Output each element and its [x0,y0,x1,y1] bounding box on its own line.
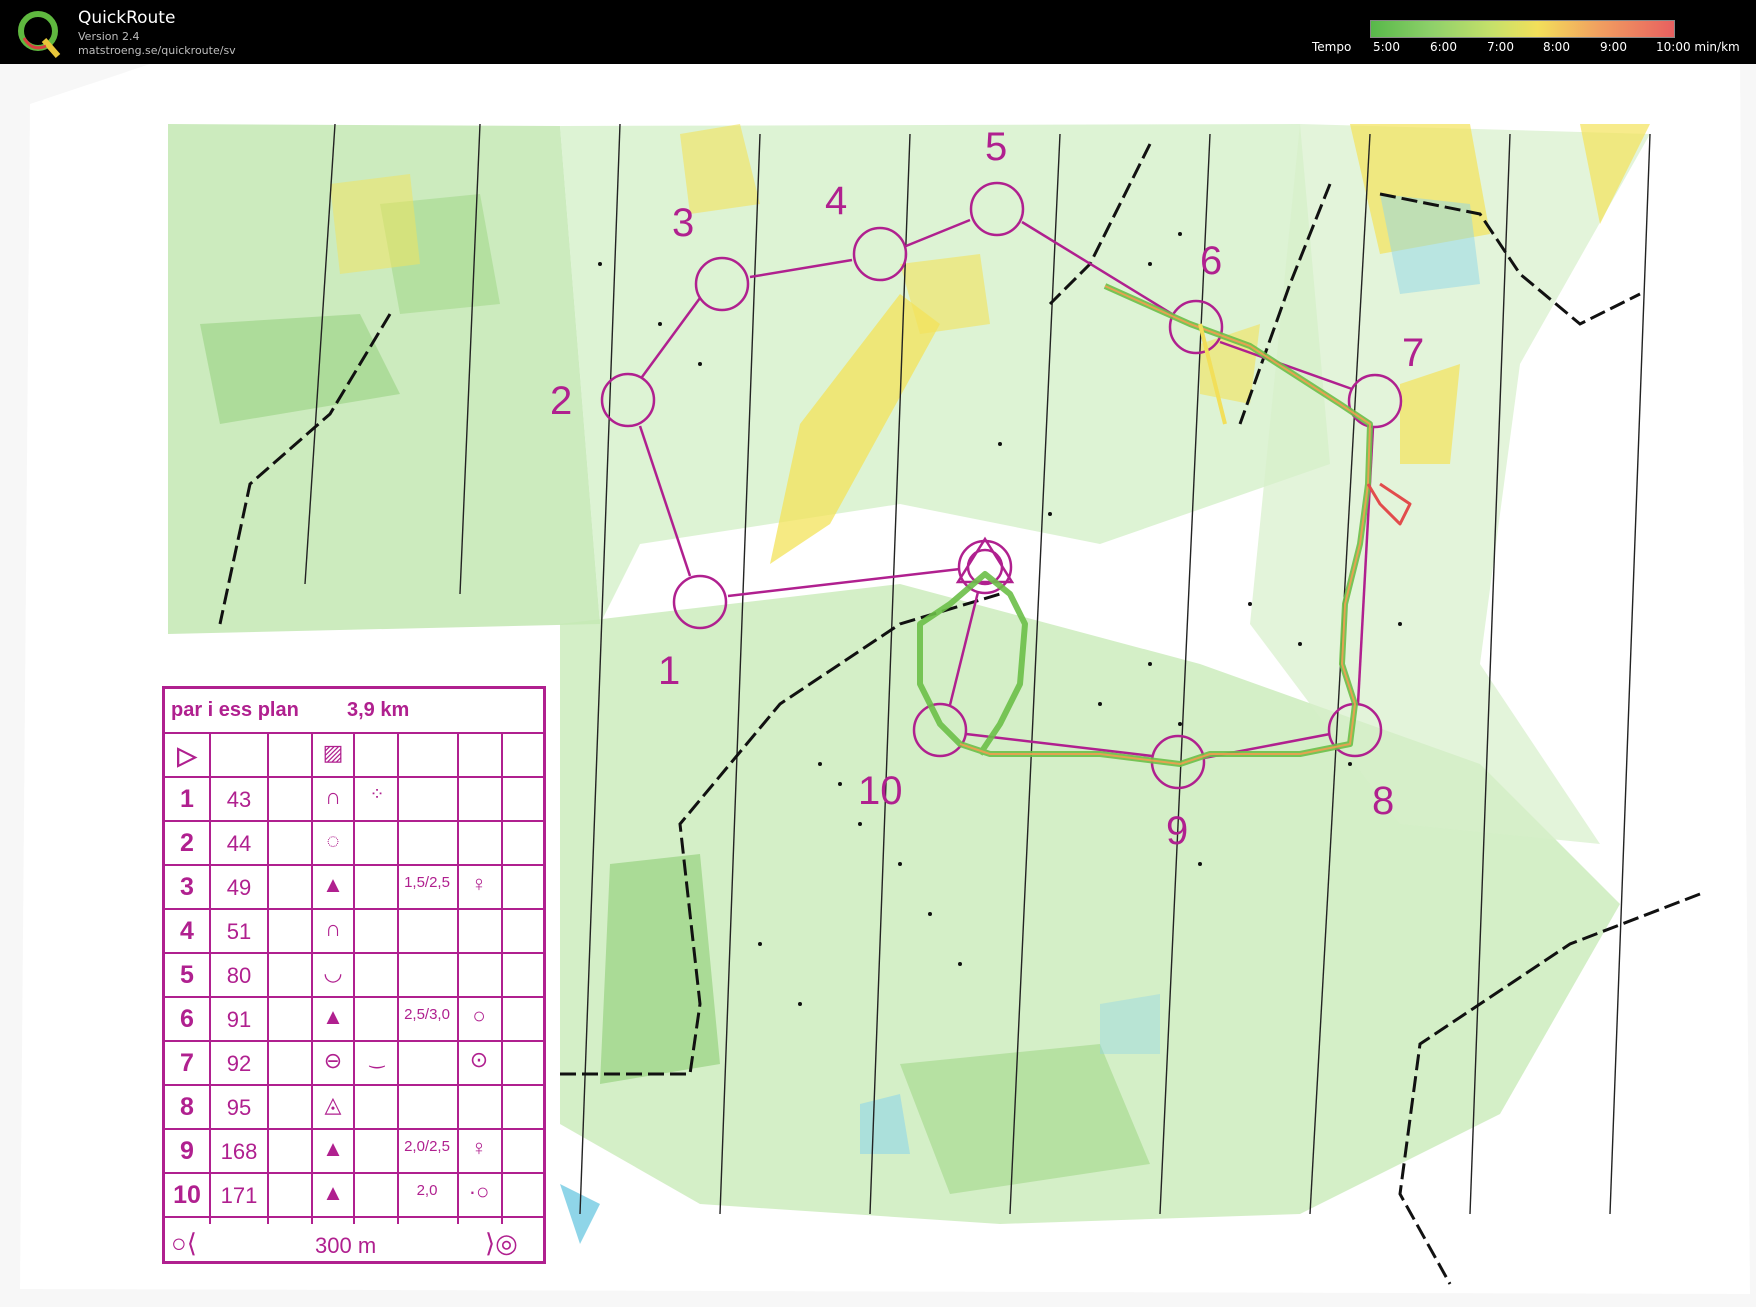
table-row: 2 44 ◌ [165,820,543,866]
row-code: 95 [226,1095,252,1120]
tempo-color-scale [1370,20,1675,38]
hatched-square-icon: ▨ [322,740,344,765]
table-row: 4 51 ∩ [165,908,543,954]
table-row: 1 43 ∩ ⁘ [165,776,543,822]
table-row: 3 49 ▲ 1,5/2,5 ♀ [165,864,543,910]
start-row: ▷ ▨ [165,732,543,778]
row-dimension: 2,0/2,5 [404,1138,450,1155]
knoll-icon: ∩ [325,916,341,941]
ellipse-icon: ⊖ [323,1048,343,1073]
finish-start-icon: ○⟨ [171,1228,197,1258]
boulder-icon: ▲ [322,872,344,897]
row-code: 92 [226,1051,252,1076]
tempo-tick: 5:00 [1373,40,1400,54]
position-icon: ○ [472,1003,486,1028]
position-icon: ♀ [470,1135,488,1160]
row-number: 1 [180,785,194,813]
control-label-4: 4 [825,179,847,223]
tempo-tick: 9:00 [1600,40,1627,54]
row-number: 5 [180,961,194,989]
app-name: QuickRoute [78,8,176,28]
row-code: 44 [226,831,252,856]
control-label-8: 8 [1372,779,1394,823]
control-label-7: 7 [1402,331,1424,375]
table-row: 6 91 ▲ 2,5/3,0 ○ [165,996,543,1042]
control-label-5: 5 [985,125,1007,169]
control-label-3: 3 [672,201,694,245]
quickroute-logo-icon [18,11,61,58]
tempo-tick: 10:00 min/km [1656,40,1740,54]
row-code: 80 [226,963,252,988]
control-label-1: 1 [658,649,680,693]
dotted-circle-icon: ◌ [326,828,340,853]
row-number: 10 [173,1181,201,1209]
row-code: 51 [226,919,252,944]
dots-icon: ⁘ [369,784,385,804]
table-row: 5 80 ◡ [165,952,543,998]
row-number: 4 [180,917,194,945]
tempo-label: Tempo [1312,40,1352,54]
table-row: 9 168 ▲ 2,0/2,5 ♀ [165,1128,543,1174]
row-number: 6 [180,1005,194,1033]
tempo-tick: 7:00 [1487,40,1514,54]
curve-icon: ‿ [369,1048,385,1068]
tempo-tick: 6:00 [1430,40,1457,54]
control-label-2: 2 [550,379,572,423]
row-number: 3 [180,873,194,901]
control-description-header: par i ess plan 3,9 km [165,689,543,734]
position-icon: ♀ [470,871,488,896]
control-label-10: 10 [858,769,903,813]
row-number: 7 [180,1049,194,1077]
row-dimension: 2,5/3,0 [404,1006,450,1023]
app-header: QuickRoute Version 2.4 matstroeng.se/qui… [0,0,1756,64]
depression-icon: ◡ [323,960,343,985]
control-description-sheet: par i ess plan 3,9 km ▷ ▨ 1 43 ∩ ⁘ 2 44 … [162,686,546,1264]
app-version: Version 2.4 [78,30,140,43]
finish-circle-icon: ⟩◎ [485,1228,518,1258]
control-label-6: 6 [1200,239,1222,283]
position-icon: ⊙ [469,1047,489,1072]
row-number: 9 [180,1137,194,1165]
row-code: 171 [220,1183,258,1208]
position-icon: ·○ [468,1179,490,1204]
table-row: 8 95 ◬ [165,1084,543,1130]
course-length: 3,9 km [347,699,410,721]
row-dimension: 2,0 [416,1182,438,1199]
course-name: par i ess plan [171,699,299,721]
orienteering-map[interactable]: 1 2 3 4 5 6 7 8 9 10 par i ess plan 3,9 … [0,64,1756,1307]
finish-row: ○⟨ 300 m ⟩◎ [165,1224,543,1264]
distance-to-finish: 300 m [315,1233,377,1258]
table-row: 7 92 ⊖ ‿ ⊙ [165,1040,543,1086]
knoll-icon: ∩ [325,784,341,809]
boulder-icon: ▲ [322,1004,344,1029]
control-label-9: 9 [1166,809,1188,853]
row-dimension: 1,5/2,5 [404,874,450,891]
tempo-tick: 8:00 [1543,40,1570,54]
boulder-icon: ▲ [322,1180,344,1205]
row-code: 49 [226,875,252,900]
row-number: 2 [180,829,194,857]
start-triangle-icon: ▷ [177,742,197,770]
row-number: 8 [180,1093,194,1121]
boulder-icon: ▲ [322,1136,344,1161]
app-url[interactable]: matstroeng.se/quickroute/sv [78,44,236,57]
row-code: 168 [220,1139,258,1164]
row-code: 43 [226,787,252,812]
table-row: 10 171 ▲ 2,0 ·○ [165,1172,543,1218]
row-code: 91 [226,1007,252,1032]
triangle-circle-icon: ◬ [324,1092,342,1117]
